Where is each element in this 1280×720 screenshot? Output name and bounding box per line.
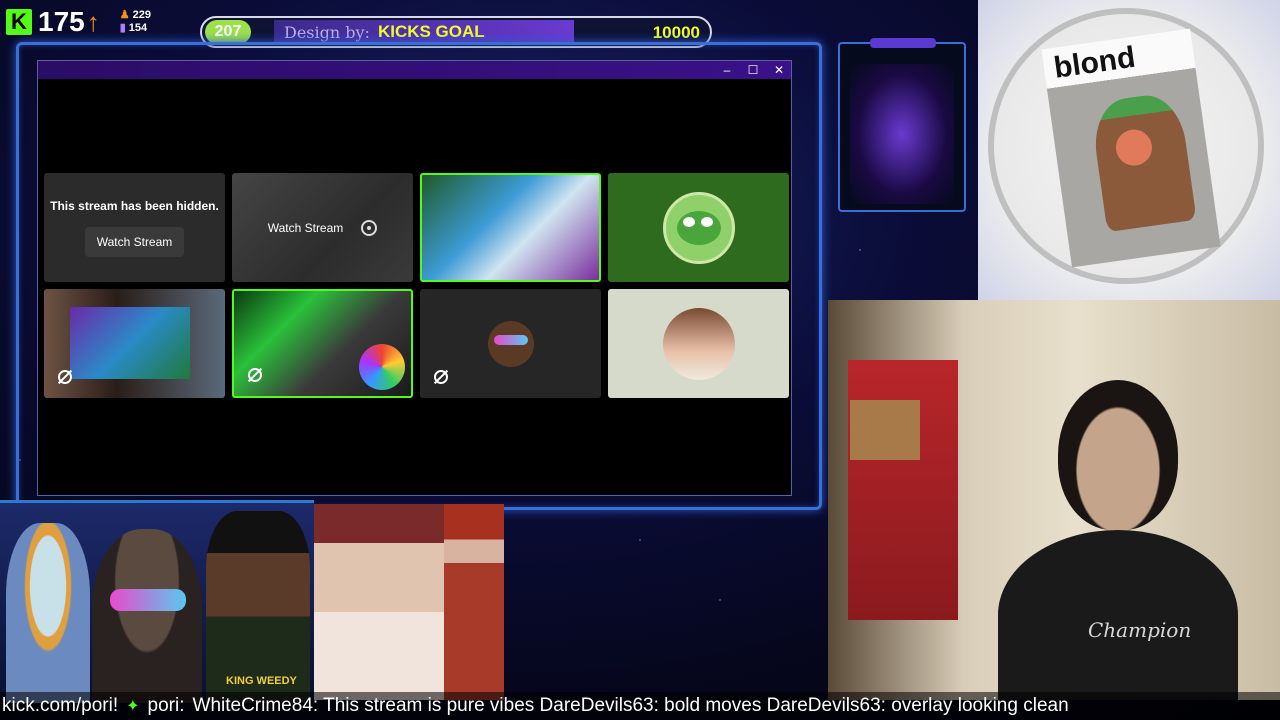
mini-stats: ♟ 229 ▮ 154 <box>120 9 151 35</box>
goal-design-prefix: Design by: <box>284 22 370 42</box>
goal-current: 207 <box>205 20 251 44</box>
spin-wheel-icon <box>359 344 405 390</box>
stat-a: 229 <box>132 9 151 21</box>
muted-icon[interactable] <box>248 368 262 382</box>
chat-ticker: kick.com/pori! ✦ pori: WhiteCrime84: Thi… <box>0 692 1280 720</box>
album-title: blond <box>1051 40 1138 85</box>
popout-icon[interactable] <box>361 219 378 236</box>
stat-b: 154 <box>128 22 148 34</box>
follower-count: 175 <box>38 6 85 37</box>
muted-icon[interactable] <box>434 370 448 384</box>
stream-tile-gaming[interactable] <box>232 289 413 398</box>
shirt-text: Champion <box>1088 618 1192 642</box>
person-icon: ♟ <box>119 9 130 21</box>
weedy-shirt-text: KING WEEDY <box>226 675 297 687</box>
samurai-panel <box>444 504 504 700</box>
photo-panel <box>314 504 444 700</box>
maximize-button[interactable]: ☐ <box>747 63 759 77</box>
hidden-stream-message: This stream has been hidden. <box>50 198 219 213</box>
streamer: Champion <box>998 380 1238 700</box>
webcam-feed: Champion <box>828 300 1280 700</box>
vinyl-disc: blond <box>988 8 1264 284</box>
close-button[interactable]: ✕ <box>773 63 785 77</box>
stream-tile-movie[interactable] <box>44 289 225 398</box>
follower-stats: K 175 ↑ ♟ 229 ▮ 154 <box>0 0 200 44</box>
ticker-user: pori: <box>147 695 185 716</box>
minimize-button[interactable]: – <box>721 63 733 77</box>
goal-title: KICKS GOAL <box>377 22 485 41</box>
glasses-icon <box>110 589 186 611</box>
ape-character <box>92 529 202 703</box>
hidden-stream-tile: This stream has been hidden. Watch Strea… <box>44 173 225 282</box>
kick-logo-icon: K <box>6 9 32 35</box>
shield-icon: ✦ <box>126 698 140 715</box>
blurred-stream-tile[interactable]: Watch Stream <box>232 173 413 282</box>
dna-helix-image <box>850 64 954 204</box>
monkey-avatar <box>487 320 534 367</box>
stream-tile-girl[interactable] <box>608 289 789 398</box>
multistream-window: – ☐ ✕ This stream has been hidden. Watch… <box>37 60 792 496</box>
muted-icon[interactable] <box>58 370 72 384</box>
window-titlebar: – ☐ ✕ <box>38 61 791 79</box>
ticker-site: kick.com/pori! <box>2 695 119 716</box>
stacked-boxes <box>848 360 958 620</box>
girl-avatar <box>662 307 735 380</box>
stream-grid: This stream has been hidden. Watch Strea… <box>44 173 789 398</box>
stream-tile-live[interactable] <box>420 173 601 282</box>
dna-panel <box>838 38 966 212</box>
movie-screen <box>70 307 190 379</box>
ticker-messages: WhiteCrime84: This stream is pure vibes … <box>192 695 1069 716</box>
watch-stream-link[interactable]: Watch Stream <box>268 221 344 235</box>
bars-icon: ▮ <box>119 22 126 34</box>
goal-target: 10000 <box>652 23 700 42</box>
character-crew: KING WEEDY <box>0 500 314 703</box>
stream-tile-monkey[interactable] <box>420 289 601 398</box>
stream-tile-pepe[interactable] <box>608 173 789 282</box>
pepe-avatar <box>662 191 735 264</box>
goal-label: Design by: KICKS GOAL <box>274 20 574 44</box>
watch-stream-button[interactable]: Watch Stream <box>84 226 185 257</box>
album-cover: blond <box>1041 28 1221 268</box>
duck-character <box>6 523 90 703</box>
now-playing-album: blond <box>978 0 1280 300</box>
up-arrow-icon: ↑ <box>86 6 100 37</box>
